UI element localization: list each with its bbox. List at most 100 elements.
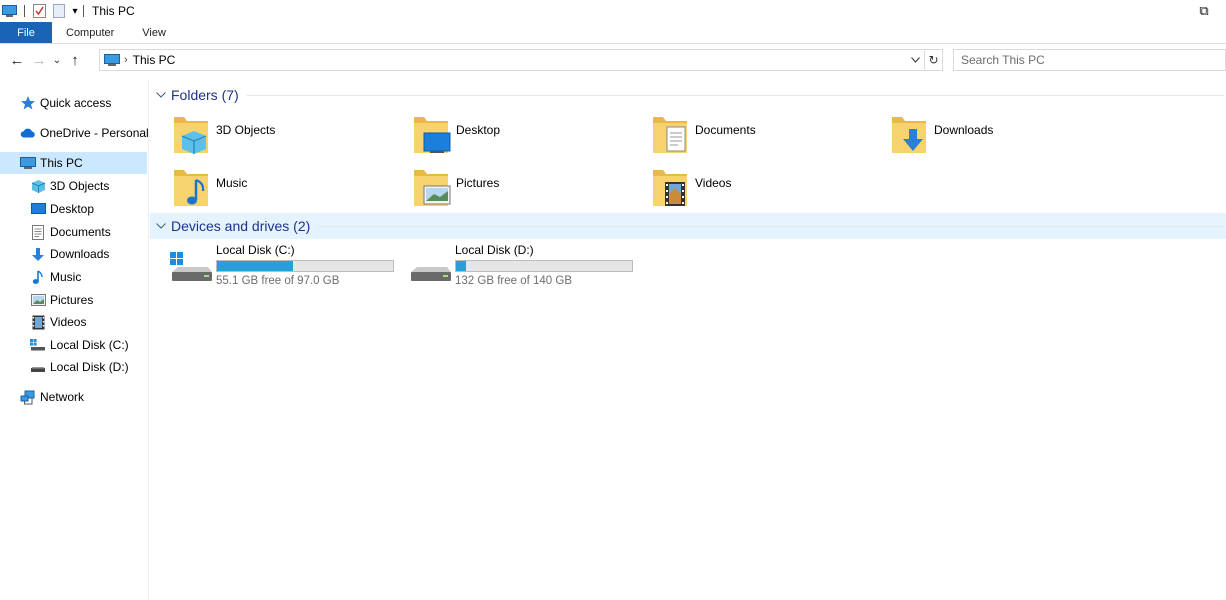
sidebar-item-label: Videos [50,315,87,329]
music-icon [30,269,46,285]
computer-icon[interactable] [0,0,18,22]
folder-desktop-icon [412,113,456,159]
sidebar-item-onedrive[interactable]: OneDrive - Personal [20,122,149,144]
search-input[interactable]: Search This PC [953,49,1226,71]
group-title: Folders (7) [171,87,239,103]
drive-usage-fill [217,261,293,271]
restore-button[interactable]: ⧉ [1182,0,1226,22]
folder-3d-objects[interactable]: 3D Objects [172,113,275,163]
folder-label: 3D Objects [216,123,276,137]
drive-label: Local Disk (C:) [216,243,295,257]
folder-documents-icon [651,113,695,159]
drive-label: Local Disk (D:) [455,243,534,257]
sidebar-item-pictures[interactable]: Pictures [30,289,93,311]
breadcrumb[interactable]: This PC [133,53,176,67]
network-icon [20,389,36,405]
computer-icon [104,53,120,67]
windows-drive-icon [168,240,216,288]
star-icon [20,95,36,111]
drive-usage-bar [455,260,633,272]
sidebar-item-label: Local Disk (C:) [50,338,129,352]
drive-usage-bar [216,260,394,272]
drive-free-space: 132 GB free of 140 GB [455,275,572,287]
folder-videos-icon [651,166,695,212]
window-title: This PC [92,4,135,18]
quick-access-toolbar: ▾ [0,0,90,22]
chevron-down-icon[interactable] [151,223,171,229]
folder-downloads[interactable]: Downloads [890,113,993,163]
chevron-down-icon[interactable] [908,52,922,68]
folder-pictures[interactable]: Pictures [412,166,499,216]
drive-tile-c[interactable]: Local Disk (C:) 55.1 GB free of 97.0 GB [168,240,394,292]
folder-videos[interactable]: Videos [651,166,731,216]
windows-drive-icon [30,337,46,353]
recent-locations-button[interactable]: ⌄ [50,48,64,72]
drive-tile-d[interactable]: Local Disk (D:) 132 GB free of 140 GB [407,240,633,292]
tab-computer[interactable]: Computer [52,22,128,43]
folder-pictures-icon [412,166,456,212]
sidebar-item-desktop[interactable]: Desktop [30,198,94,220]
up-button[interactable]: ↑ [64,48,86,72]
sidebar-item-local-disk-c[interactable]: Local Disk (C:) [30,334,129,356]
folder-label: Desktop [456,123,501,137]
folders-group-header[interactable]: Folders (7) [150,82,1226,108]
customize-qat-dropdown[interactable]: ▾ [67,0,83,22]
sidebar-item-label: OneDrive - Personal [40,126,149,140]
sidebar-item-label: Pictures [50,293,94,307]
title-bar: ▾ This PC ⧉ [0,0,1226,22]
sidebar-item-label: Local Disk (D:) [50,360,129,374]
desktop-icon [30,201,46,217]
folder-documents[interactable]: Documents [651,113,756,163]
sidebar-item-network[interactable]: Network [20,386,84,408]
sidebar-item-label: Documents [50,225,111,239]
folder-desktop[interactable]: Desktop [412,113,500,163]
folder-music-icon [172,166,216,212]
drive-free-space: 55.1 GB free of 97.0 GB [216,275,340,287]
folder-music[interactable]: Music [172,166,247,216]
folder-label: Music [216,176,248,190]
refresh-button[interactable]: ↻ [925,49,943,71]
back-button[interactable]: ← [6,48,28,72]
download-icon [30,246,46,262]
properties-icon[interactable] [31,0,47,22]
picture-icon [30,292,46,308]
sidebar-item-local-disk-d[interactable]: Local Disk (D:) [30,356,129,378]
folder-downloads-icon [890,113,934,159]
tab-view[interactable]: View [128,22,180,43]
cloud-icon [20,125,36,141]
drives-group-header[interactable]: Devices and drives (2) [150,213,1226,239]
group-title: Devices and drives (2) [171,218,311,234]
navigation-pane: Quick access OneDrive - Personal This PC… [0,80,149,600]
sidebar-item-label: Network [40,390,85,404]
sidebar-item-music[interactable]: Music [30,266,81,288]
main-content: Folders (7) 3D Objects Desktop Documents… [150,80,1226,600]
sidebar-item-quick-access[interactable]: Quick access [20,92,111,114]
new-folder-icon[interactable] [51,0,67,22]
sidebar-item-label: Music [50,270,82,284]
folder-label: Downloads [934,123,994,137]
sidebar-item-label: Desktop [50,202,95,216]
sidebar-item-label: This PC [40,156,83,170]
tab-file[interactable]: File [0,22,52,43]
address-bar[interactable]: › This PC [99,49,925,71]
document-icon [30,224,46,240]
cube-icon [30,178,46,194]
ribbon-tabs: File Computer View [0,22,1226,44]
video-icon [30,314,46,330]
sidebar-item-documents[interactable]: Documents [30,221,111,243]
drive-icon [30,359,46,375]
sidebar-item-label: 3D Objects [50,179,110,193]
forward-button[interactable]: → [28,48,50,72]
computer-icon [20,155,36,171]
sidebar-item-this-pc[interactable]: This PC [0,152,147,174]
sidebar-item-videos[interactable]: Videos [30,311,86,333]
sidebar-item-3d-objects[interactable]: 3D Objects [30,175,109,197]
sidebar-item-label: Downloads [50,247,110,261]
chevron-down-icon[interactable] [151,92,171,98]
drive-usage-fill [456,261,467,271]
navigation-bar: ← → ⌄ ↑ › This PC ↻ Search This PC [0,46,1226,74]
folder-3d-objects-icon [172,113,216,159]
drive-icon [407,240,455,288]
folder-label: Videos [695,176,732,190]
sidebar-item-downloads[interactable]: Downloads [30,243,109,265]
